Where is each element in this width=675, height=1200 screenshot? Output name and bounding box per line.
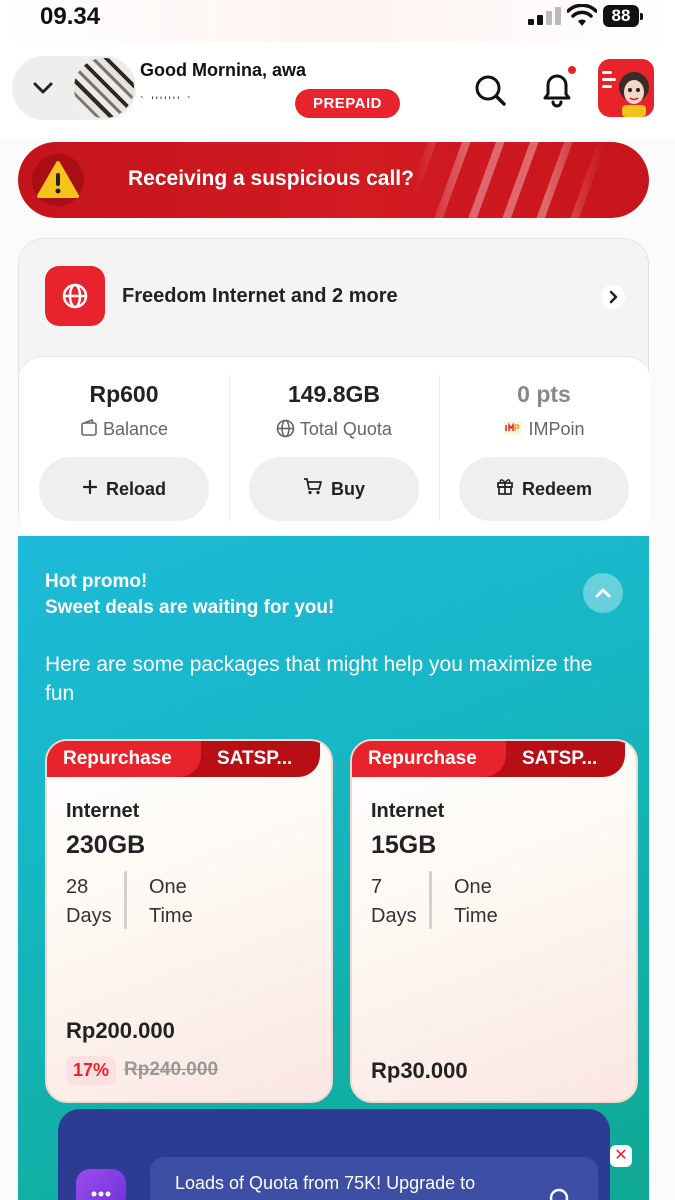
offer-price: Rp200.000 xyxy=(66,1018,175,1043)
buy-label: Buy xyxy=(330,479,365,499)
offer-card[interactable]: Repurchase SATSP... Internet 15GB 7 Days… xyxy=(350,739,638,1103)
offer-duration: 28 Days xyxy=(66,873,116,931)
balance-label: Balance xyxy=(19,418,229,440)
offer-card[interactable]: Repurchase SATSP... Internet 230GB 28 Da… xyxy=(45,739,333,1103)
impoin-label: IMPoin xyxy=(439,419,649,440)
upsell-message: Loads of Quota from 75K! Upgrade to xyxy=(150,1157,598,1200)
offer-type: Internet xyxy=(66,800,140,822)
promo-title-line2: Sweet deals are waiting for you! xyxy=(45,597,335,618)
globe-icon xyxy=(276,419,295,438)
quota-label-text: Total Quota xyxy=(299,419,392,439)
gift-icon xyxy=(496,457,514,521)
duration-value: 7 xyxy=(371,876,383,898)
balance-label-text: Balance xyxy=(102,419,169,439)
stat-impoin: 0 pts IMPoin Redeem xyxy=(439,357,649,539)
reload-button[interactable]: Reload xyxy=(39,457,209,521)
offer-quota: 230GB xyxy=(66,831,146,859)
warning-icon xyxy=(32,154,84,206)
phone-number: ` ''''''' ` xyxy=(140,94,193,108)
offer-frequency: One Time xyxy=(149,873,229,931)
close-icon[interactable]: ✕ xyxy=(610,1145,632,1167)
impoin-label-text: IMPoin xyxy=(528,419,585,439)
chat-bubble-icon xyxy=(76,1169,126,1200)
divider xyxy=(429,871,432,929)
divider xyxy=(124,871,127,929)
banner-decoration xyxy=(413,142,603,218)
stat-quota: 149.8GB Total Quota Buy xyxy=(229,357,439,539)
battery-indicator: 88 xyxy=(603,5,643,27)
greeting-text: Good Mornina, awa xyxy=(140,60,307,80)
offer-tag: Repurchase SATSP... xyxy=(47,741,320,777)
frequency-line1: One xyxy=(149,876,187,898)
impoin-icon xyxy=(504,421,523,435)
offer-code-tag: SATSP... xyxy=(522,748,598,769)
offer-tag: Repurchase SATSP... xyxy=(352,741,625,777)
chevron-down-icon xyxy=(33,82,53,94)
plan-badge: PREPAID xyxy=(295,89,400,118)
upsell-text: Loads of Quota from 75K! Upgrade to xyxy=(175,1173,476,1193)
duration-unit: Days xyxy=(371,905,417,927)
repurchase-tag: Repurchase xyxy=(47,741,201,777)
stat-balance: Rp600 Balance Reload xyxy=(19,357,229,539)
globe-icon xyxy=(45,266,105,326)
account-stats: Rp600 Balance Reload 149.8GB Total Quota… xyxy=(19,356,650,538)
offer-duration: 7 Days xyxy=(371,873,421,931)
redeem-button[interactable]: Redeem xyxy=(459,457,629,521)
quota-value: 149.8GB xyxy=(287,381,381,407)
package-card: Freedom Internet and 2 more Rp600 Balanc… xyxy=(18,238,650,538)
promo-title-line1: Hot promo! xyxy=(45,571,148,592)
redeem-label: Redeem xyxy=(521,479,593,499)
quota-label: Total Quota xyxy=(229,419,439,440)
app-header: Good Mornina, awa ` ''''''' ` PREPAID xyxy=(0,42,675,138)
cart-icon xyxy=(303,457,323,521)
repurchase-tag: Repurchase xyxy=(352,741,506,777)
chevron-right-icon[interactable] xyxy=(601,285,625,309)
promo-description: Here are some packages that might help y… xyxy=(45,653,593,705)
promo-section: Hot promo! Sweet deals are waiting for y… xyxy=(18,536,649,1200)
status-bar: 09.34 88 xyxy=(0,0,675,42)
buy-button[interactable]: Buy xyxy=(249,457,419,521)
search-icon[interactable] xyxy=(470,70,510,110)
frequency-line2: Time xyxy=(149,905,193,927)
discount-badge: 17% xyxy=(66,1056,116,1085)
reload-label: Reload xyxy=(105,479,166,499)
offer-frequency: One Time xyxy=(454,873,534,931)
menu-avatar-icon[interactable] xyxy=(598,59,654,117)
duration-value: 28 xyxy=(66,876,89,898)
wifi-icon xyxy=(567,4,597,26)
notification-dot xyxy=(566,64,578,76)
duration-unit: Days xyxy=(66,905,112,927)
chevron-up-icon xyxy=(595,588,611,598)
frequency-line2: Time xyxy=(454,905,498,927)
banner-text: Receiving a suspicious call? xyxy=(128,167,414,190)
promo-title: Hot promo! Sweet deals are waiting for y… xyxy=(45,569,334,621)
cellular-signal-icon xyxy=(528,7,564,25)
original-price: Rp240.000 xyxy=(124,1059,219,1080)
offer-price: Rp30.000 xyxy=(371,1058,468,1083)
search-icon[interactable] xyxy=(548,1187,574,1200)
upsell-banner[interactable]: Loads of Quota from 75K! Upgrade to xyxy=(58,1109,610,1200)
avatar xyxy=(72,56,136,120)
offer-code-tag: SATSP... xyxy=(217,748,293,769)
offer-quota: 15GB xyxy=(371,831,437,859)
plus-icon xyxy=(82,457,98,521)
collapse-button[interactable] xyxy=(583,573,623,613)
frequency-line1: One xyxy=(454,876,492,898)
impoin-value: 0 pts xyxy=(517,381,571,407)
account-switcher[interactable] xyxy=(12,56,136,120)
balance-value: Rp600 xyxy=(89,381,159,407)
wallet-icon xyxy=(81,418,97,436)
status-time: 09.34 xyxy=(40,3,101,30)
offer-type: Internet xyxy=(371,800,445,822)
suspicious-call-banner[interactable]: Receiving a suspicious call? xyxy=(18,142,649,218)
active-packages-title[interactable]: Freedom Internet and 2 more xyxy=(122,285,398,308)
